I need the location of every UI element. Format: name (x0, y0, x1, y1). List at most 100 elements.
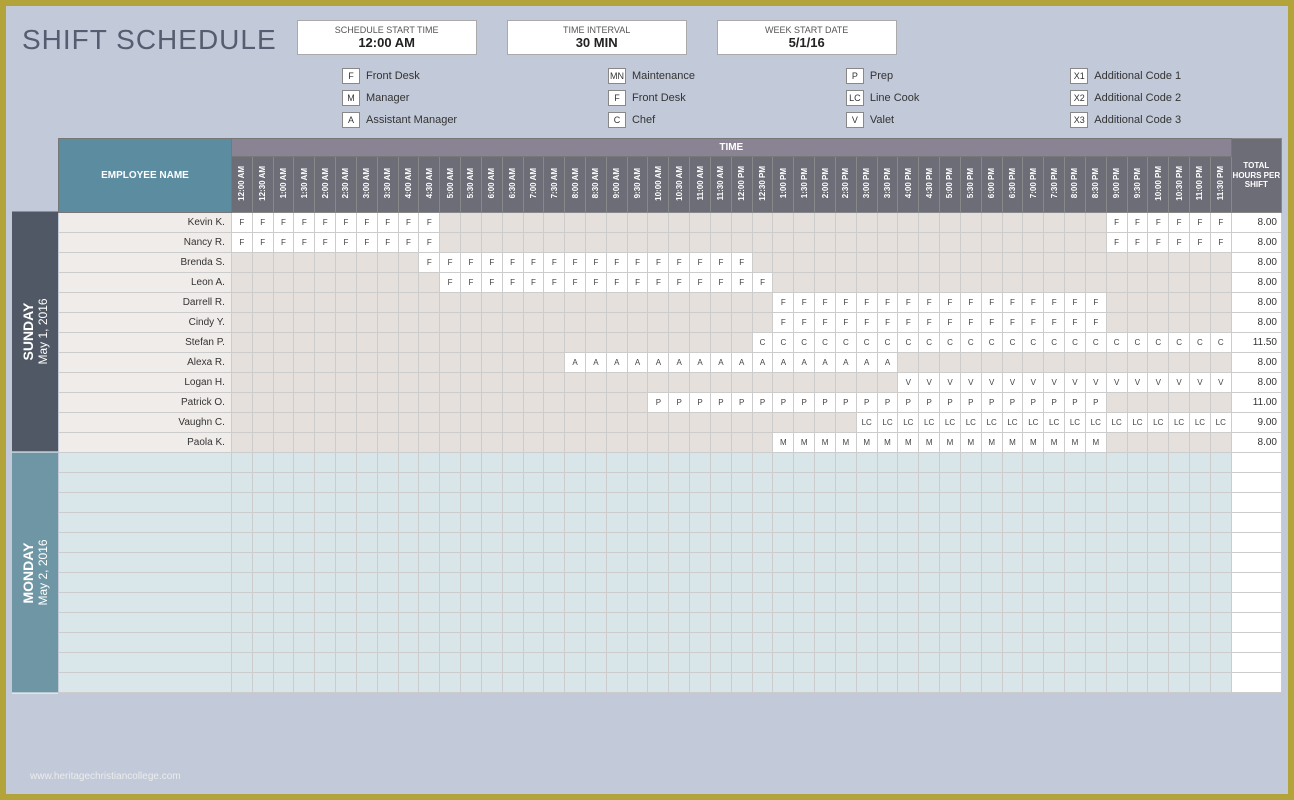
shift-cell[interactable] (960, 533, 981, 553)
shift-cell[interactable] (586, 433, 607, 453)
shift-cell[interactable] (731, 633, 752, 653)
shift-cell[interactable] (690, 213, 711, 233)
shift-cell[interactable] (627, 513, 648, 533)
shift-cell[interactable] (1210, 433, 1231, 453)
shift-cell[interactable] (502, 213, 523, 233)
shift-cell[interactable] (398, 393, 419, 413)
shift-cell[interactable] (440, 473, 461, 493)
shift-cell[interactable]: M (1065, 433, 1086, 453)
shift-cell[interactable] (919, 573, 940, 593)
shift-cell[interactable] (815, 253, 836, 273)
shift-cell[interactable] (1106, 613, 1127, 633)
shift-cell[interactable] (231, 253, 252, 273)
shift-cell[interactable] (502, 293, 523, 313)
shift-cell[interactable]: F (919, 313, 940, 333)
shift-cell[interactable] (1023, 473, 1044, 493)
shift-cell[interactable] (419, 353, 440, 373)
shift-cell[interactable] (981, 513, 1002, 533)
shift-cell[interactable] (815, 413, 836, 433)
shift-cell[interactable] (419, 393, 440, 413)
shift-cell[interactable] (1210, 253, 1231, 273)
shift-cell[interactable] (1169, 273, 1190, 293)
shift-cell[interactable] (481, 313, 502, 333)
shift-cell[interactable] (565, 573, 586, 593)
shift-cell[interactable]: F (627, 273, 648, 293)
shift-cell[interactable] (1148, 393, 1169, 413)
shift-cell[interactable] (273, 613, 294, 633)
shift-cell[interactable] (1065, 553, 1086, 573)
shift-cell[interactable] (1169, 633, 1190, 653)
shift-cell[interactable] (710, 293, 731, 313)
shift-cell[interactable] (565, 473, 586, 493)
shift-cell[interactable] (606, 333, 627, 353)
shift-cell[interactable] (856, 253, 877, 273)
shift-cell[interactable] (356, 333, 377, 353)
shift-cell[interactable] (1127, 653, 1148, 673)
shift-cell[interactable] (919, 233, 940, 253)
shift-cell[interactable] (544, 613, 565, 633)
shift-cell[interactable] (877, 673, 898, 693)
shift-cell[interactable] (1127, 613, 1148, 633)
shift-cell[interactable] (606, 393, 627, 413)
shift-cell[interactable] (231, 373, 252, 393)
shift-cell[interactable] (794, 633, 815, 653)
shift-cell[interactable]: F (1065, 293, 1086, 313)
shift-cell[interactable] (940, 533, 961, 553)
shift-cell[interactable]: V (1190, 373, 1211, 393)
shift-cell[interactable] (940, 633, 961, 653)
shift-cell[interactable]: F (1210, 233, 1231, 253)
shift-cell[interactable] (523, 373, 544, 393)
shift-cell[interactable]: F (273, 233, 294, 253)
shift-cell[interactable] (1002, 573, 1023, 593)
shift-cell[interactable] (794, 593, 815, 613)
shift-cell[interactable]: F (252, 213, 273, 233)
shift-cell[interactable] (648, 573, 669, 593)
employee-name-cell[interactable]: Logan H. (59, 373, 232, 393)
shift-cell[interactable] (481, 573, 502, 593)
shift-cell[interactable] (252, 653, 273, 673)
shift-cell[interactable]: F (1085, 313, 1106, 333)
shift-cell[interactable]: F (1023, 313, 1044, 333)
shift-cell[interactable] (1023, 653, 1044, 673)
shift-cell[interactable] (1148, 593, 1169, 613)
shift-cell[interactable]: P (940, 393, 961, 413)
shift-cell[interactable] (398, 453, 419, 473)
shift-cell[interactable] (315, 593, 336, 613)
shift-cell[interactable] (1148, 453, 1169, 473)
shift-cell[interactable] (252, 273, 273, 293)
shift-cell[interactable] (231, 293, 252, 313)
shift-cell[interactable] (940, 613, 961, 633)
shift-cell[interactable] (710, 513, 731, 533)
shift-cell[interactable] (565, 333, 586, 353)
shift-cell[interactable] (794, 233, 815, 253)
shift-cell[interactable]: C (815, 333, 836, 353)
shift-cell[interactable] (981, 613, 1002, 633)
shift-cell[interactable] (586, 313, 607, 333)
shift-cell[interactable] (648, 213, 669, 233)
shift-cell[interactable] (523, 573, 544, 593)
shift-cell[interactable] (1127, 313, 1148, 333)
employee-name-cell[interactable] (59, 653, 232, 673)
shift-cell[interactable] (461, 653, 482, 673)
shift-cell[interactable] (648, 453, 669, 473)
shift-cell[interactable] (648, 473, 669, 493)
shift-cell[interactable] (398, 613, 419, 633)
shift-cell[interactable] (1023, 593, 1044, 613)
shift-cell[interactable] (231, 333, 252, 353)
shift-cell[interactable] (461, 393, 482, 413)
shift-cell[interactable]: P (1085, 393, 1106, 413)
shift-cell[interactable]: C (1065, 333, 1086, 353)
shift-cell[interactable] (440, 513, 461, 533)
shift-cell[interactable] (731, 573, 752, 593)
shift-cell[interactable] (440, 553, 461, 573)
shift-cell[interactable] (356, 313, 377, 333)
shift-cell[interactable] (1210, 453, 1231, 473)
employee-name-cell[interactable] (59, 513, 232, 533)
shift-cell[interactable]: P (981, 393, 1002, 413)
shift-cell[interactable] (544, 553, 565, 573)
shift-cell[interactable] (398, 493, 419, 513)
shift-cell[interactable] (377, 433, 398, 453)
shift-cell[interactable] (877, 213, 898, 233)
shift-cell[interactable]: F (606, 253, 627, 273)
shift-cell[interactable]: LC (1002, 413, 1023, 433)
